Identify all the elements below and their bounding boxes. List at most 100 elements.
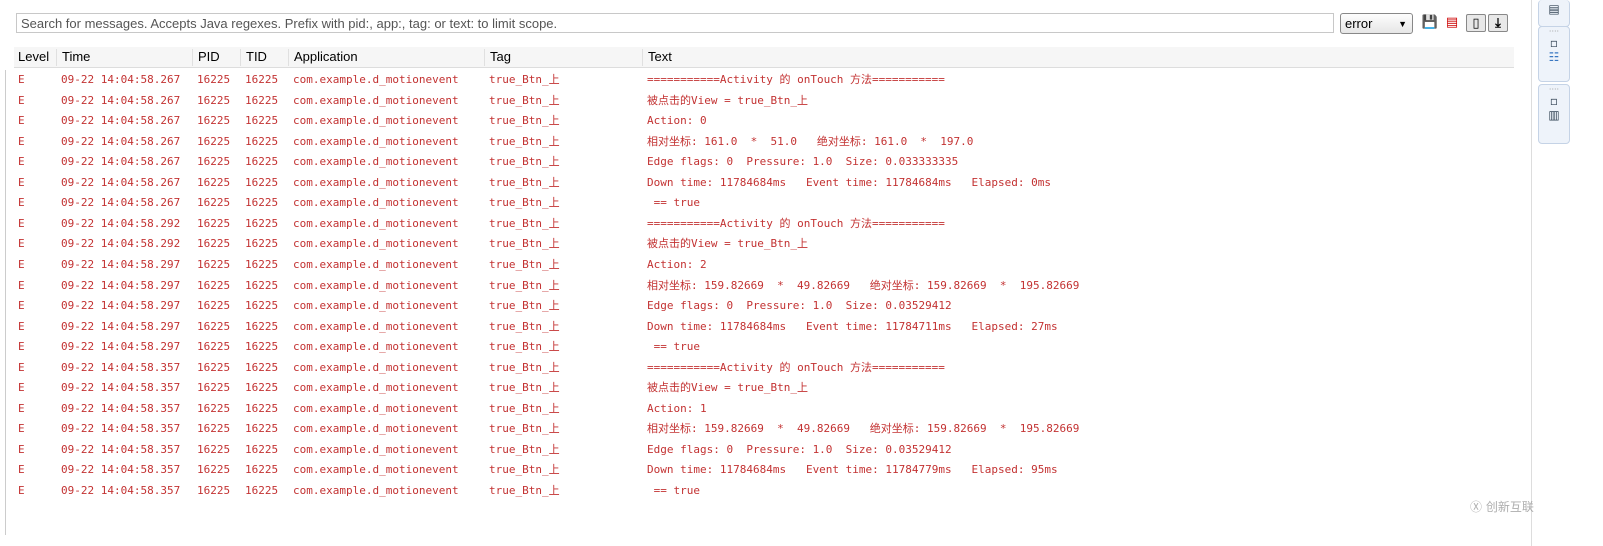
cell-time: 09-22 14:04:58.292: [61, 216, 181, 230]
cell-pid: 16225: [197, 114, 231, 128]
cell-pid: 16225: [197, 216, 231, 230]
document-icon[interactable]: ▤: [1539, 0, 1569, 16]
cell-level: E: [18, 175, 25, 189]
column-header-application[interactable]: Application: [288, 49, 358, 66]
cell-time: 09-22 14:04:58.267: [61, 134, 181, 148]
table-row[interactable]: E 09-22 14:04:58.357 16225 16225 com.example…: [14, 481, 1514, 501]
table-row[interactable]: E 09-22 14:04:58.357 16225 16225 com.example…: [14, 460, 1514, 480]
side-toolbar: ▤ ···· ▫ ☷ ···· ▫ ▥: [1531, 0, 1603, 546]
cell-tag: true_Btn_上: [489, 340, 560, 354]
restore-icon[interactable]: ▫: [1539, 94, 1569, 108]
column-header-tid[interactable]: TID: [240, 49, 267, 66]
cell-application: com.example.d_motionevent: [293, 175, 459, 189]
cell-level: E: [18, 299, 25, 313]
cell-level: E: [18, 134, 25, 148]
cell-tid: 16225: [245, 381, 279, 395]
restore-icon[interactable]: ▫: [1539, 36, 1569, 50]
table-row[interactable]: E 09-22 14:04:58.267 16225 16225 com.example…: [14, 70, 1514, 90]
cell-application: com.example.d_motionevent: [293, 257, 459, 271]
cell-pid: 16225: [197, 196, 231, 210]
column-header-text[interactable]: Text: [642, 49, 672, 66]
table-row[interactable]: E 09-22 14:04:58.267 16225 16225 com.example…: [14, 173, 1514, 193]
table-row[interactable]: E 09-22 14:04:58.297 16225 16225 com.example…: [14, 276, 1514, 296]
cell-level: E: [18, 216, 25, 230]
cell-time: 09-22 14:04:58.357: [61, 360, 181, 374]
table-row[interactable]: E 09-22 14:04:58.297 16225 16225 com.example…: [14, 317, 1514, 337]
table-row[interactable]: E 09-22 14:04:58.357 16225 16225 com.example…: [14, 378, 1514, 398]
cell-tag: true_Btn_上: [489, 73, 560, 86]
column-header-tag[interactable]: Tag: [484, 49, 511, 66]
table-row[interactable]: E 09-22 14:04:58.267 16225 16225 com.example…: [14, 111, 1514, 131]
chevron-down-icon: ▼: [1398, 19, 1407, 29]
table-row[interactable]: E 09-22 14:04:58.292 16225 16225 com.example…: [14, 214, 1514, 234]
table-row[interactable]: E 09-22 14:04:58.267 16225 16225 com.example…: [14, 132, 1514, 152]
table-row[interactable]: E 09-22 14:04:58.267 16225 16225 com.example…: [14, 91, 1514, 111]
cell-application: com.example.d_motionevent: [293, 155, 459, 169]
cell-pid: 16225: [197, 319, 231, 333]
cell-text: Down time: 11784684ms Event time: 117846…: [647, 175, 1051, 189]
cell-level: E: [18, 278, 25, 292]
cell-tag: true_Btn_上: [489, 463, 560, 477]
column-header-level[interactable]: Level: [13, 49, 49, 66]
table-row[interactable]: E 09-22 14:04:58.357 16225 16225 com.example…: [14, 399, 1514, 419]
cell-level: E: [18, 73, 25, 86]
scroll-lock-icon[interactable]: ⤓: [1488, 14, 1508, 32]
cell-tag: true_Btn_上: [489, 401, 560, 415]
cell-level: E: [18, 442, 25, 456]
cell-level: E: [18, 196, 25, 210]
cell-text: 被点击的View = true_Btn_上: [647, 93, 808, 107]
cell-text: == true: [647, 196, 700, 210]
cell-application: com.example.d_motionevent: [293, 381, 459, 395]
cell-time: 09-22 14:04:58.357: [61, 463, 181, 477]
outline-icon[interactable]: ☷: [1539, 50, 1569, 64]
cell-text: Edge flags: 0 Pressure: 1.0 Size: 0.0352…: [647, 442, 952, 456]
cell-tag: true_Btn_上: [489, 422, 560, 436]
cell-time: 09-22 14:04:58.267: [61, 175, 181, 189]
side-panel-1: ▤: [1538, 0, 1570, 27]
cell-pid: 16225: [197, 422, 231, 436]
cell-tag: true_Btn_上: [489, 196, 560, 210]
cell-pid: 16225: [197, 401, 231, 415]
cell-time: 09-22 14:04:58.297: [61, 299, 181, 313]
cell-tag: true_Btn_上: [489, 257, 560, 271]
table-row[interactable]: E 09-22 14:04:58.297 16225 16225 com.example…: [14, 255, 1514, 275]
cell-time: 09-22 14:04:58.357: [61, 484, 181, 497]
clear-log-icon[interactable]: ▤: [1443, 14, 1461, 32]
cell-text: Edge flags: 0 Pressure: 1.0 Size: 0.0333…: [647, 155, 959, 169]
cell-tid: 16225: [245, 134, 279, 148]
toggle-panel-icon[interactable]: ▯: [1466, 14, 1486, 32]
cell-tid: 16225: [245, 257, 279, 271]
cell-text: Action: 2: [647, 257, 707, 271]
cell-tag: true_Btn_上: [489, 155, 560, 169]
cell-tid: 16225: [245, 196, 279, 210]
table-row[interactable]: E 09-22 14:04:58.357 16225 16225 com.example…: [14, 358, 1514, 378]
search-input[interactable]: Search for messages. Accepts Java regexe…: [16, 13, 1334, 33]
cell-text: 被点击的View = true_Btn_上: [647, 237, 808, 251]
layout-icon[interactable]: ▥: [1539, 108, 1569, 122]
cell-tag: true_Btn_上: [489, 278, 560, 292]
cell-level: E: [18, 484, 25, 497]
column-header-time[interactable]: Time: [56, 49, 90, 66]
cell-time: 09-22 14:04:58.267: [61, 93, 181, 107]
save-icon[interactable]: 💾: [1421, 14, 1439, 32]
table-row[interactable]: E 09-22 14:04:58.297 16225 16225 com.example…: [14, 337, 1514, 357]
table-row[interactable]: E 09-22 14:04:58.297 16225 16225 com.example…: [14, 296, 1514, 316]
table-row[interactable]: E 09-22 14:04:58.267 16225 16225 com.example…: [14, 152, 1514, 172]
cell-text: Edge flags: 0 Pressure: 1.0 Size: 0.0352…: [647, 299, 952, 313]
table-row[interactable]: E 09-22 14:04:58.357 16225 16225 com.example…: [14, 440, 1514, 460]
cell-level: E: [18, 237, 25, 251]
cell-time: 09-22 14:04:58.297: [61, 257, 181, 271]
cell-application: com.example.d_motionevent: [293, 196, 459, 210]
cell-tid: 16225: [245, 114, 279, 128]
cell-pid: 16225: [197, 299, 231, 313]
cell-tid: 16225: [245, 422, 279, 436]
log-level-select[interactable]: error ▼: [1340, 13, 1413, 34]
table-row[interactable]: E 09-22 14:04:58.292 16225 16225 com.example…: [14, 234, 1514, 254]
table-row[interactable]: E 09-22 14:04:58.267 16225 16225 com.example…: [14, 193, 1514, 213]
column-header-pid[interactable]: PID: [192, 49, 220, 66]
cell-tid: 16225: [245, 73, 279, 86]
cell-application: com.example.d_motionevent: [293, 422, 459, 436]
cell-time: 09-22 14:04:58.267: [61, 114, 181, 128]
table-row[interactable]: E 09-22 14:04:58.357 16225 16225 com.example…: [14, 419, 1514, 439]
cell-tag: true_Btn_上: [489, 93, 560, 107]
